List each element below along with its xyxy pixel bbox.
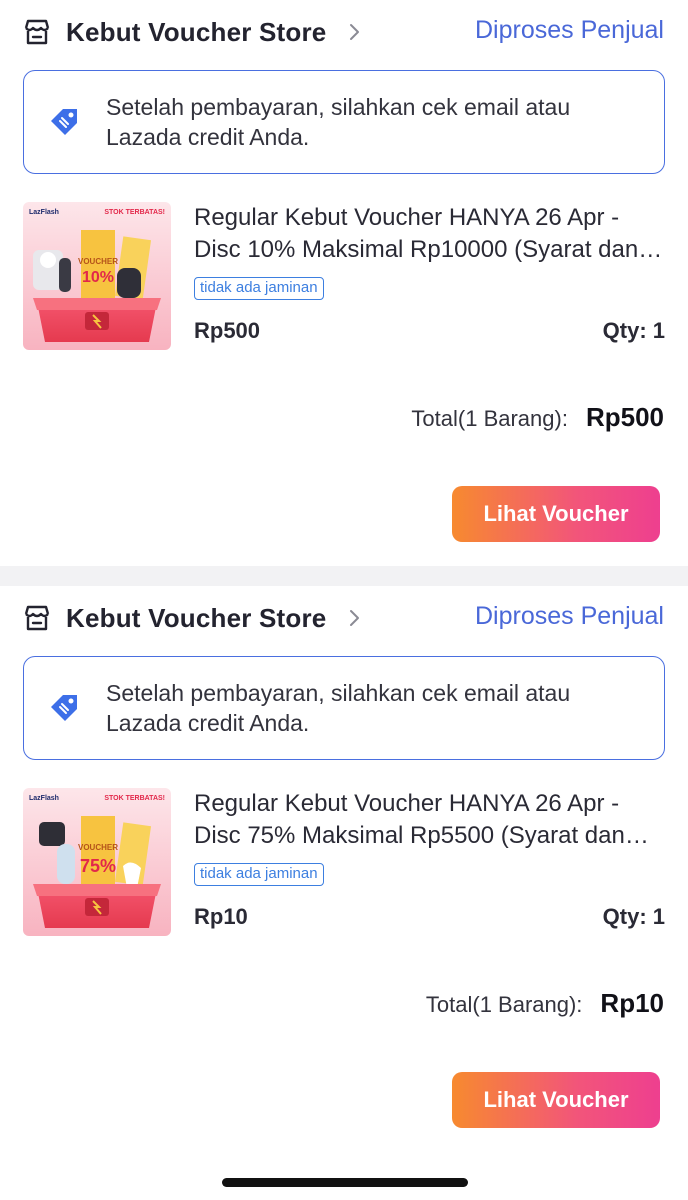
- warranty-badge: tidak ada jaminan: [194, 863, 324, 886]
- product-name[interactable]: Regular Kebut Voucher HANYA 26 Apr - Dis…: [194, 202, 665, 266]
- thumb-brand: LazFlash: [29, 209, 59, 216]
- order-total: Total(1 Barang): Rp500: [411, 402, 664, 433]
- thumb-voucher-value: 10%: [82, 269, 114, 286]
- payment-notice: Setelah pembayaran, silahkan cek email a…: [23, 70, 665, 174]
- product-item[interactable]: LazFlash STOK TERBATAS! VOUCHER 10% Regu…: [23, 202, 665, 352]
- warranty-badge: tidak ada jaminan: [194, 277, 324, 300]
- chevron-right-icon[interactable]: [346, 610, 362, 626]
- order-card: Kebut Voucher Store Diproses Penjual Set…: [0, 0, 688, 566]
- store-header[interactable]: Kebut Voucher Store Diproses Penjual: [22, 598, 664, 638]
- notice-text: Setelah pembayaran, silahkan cek email a…: [106, 680, 571, 736]
- product-price: Rp10: [194, 904, 248, 929]
- store-name[interactable]: Kebut Voucher Store: [66, 17, 326, 48]
- product-quantity: Qty: 1: [602, 904, 665, 929]
- product-name[interactable]: Regular Kebut Voucher HANYA 26 Apr - Dis…: [194, 788, 665, 852]
- thumb-voucher-word: VOUCHER: [78, 257, 118, 266]
- product-item[interactable]: LazFlash STOK TERBATAS! VOUCHER 75% Regu…: [23, 788, 665, 938]
- product-quantity: Qty: 1: [602, 318, 665, 343]
- total-value: Rp10: [600, 988, 664, 1018]
- section-divider: [0, 566, 688, 586]
- total-label: Total(1 Barang):: [425, 992, 583, 1017]
- store-header[interactable]: Kebut Voucher Store Diproses Penjual: [22, 12, 664, 52]
- thumb-banner: STOK TERBATAS!: [104, 795, 165, 802]
- order-card: Kebut Voucher Store Diproses Penjual Set…: [0, 586, 688, 1164]
- notice-text: Setelah pembayaran, silahkan cek email a…: [106, 94, 571, 150]
- store-icon: [22, 17, 52, 47]
- order-status: Diproses Penjual: [475, 16, 664, 44]
- payment-notice: Setelah pembayaran, silahkan cek email a…: [23, 656, 665, 760]
- product-price: Rp500: [194, 318, 261, 343]
- voucher-tag-icon: [46, 690, 82, 726]
- product-thumbnail[interactable]: LazFlash STOK TERBATAS! VOUCHER 75%: [23, 788, 171, 936]
- voucher-tag-icon: [46, 104, 82, 140]
- thumb-voucher-value: 75%: [80, 856, 116, 876]
- chevron-right-icon[interactable]: [346, 24, 362, 40]
- order-status: Diproses Penjual: [475, 602, 664, 630]
- total-label: Total(1 Barang):: [411, 406, 568, 431]
- view-voucher-button[interactable]: Lihat Voucher: [452, 1072, 660, 1128]
- thumb-brand: LazFlash: [29, 795, 59, 802]
- thumb-voucher-word: VOUCHER: [78, 843, 118, 852]
- store-name[interactable]: Kebut Voucher Store: [66, 603, 326, 634]
- product-thumbnail[interactable]: LazFlash STOK TERBATAS! VOUCHER 10%: [23, 202, 171, 350]
- order-total: Total(1 Barang): Rp10: [426, 988, 664, 1019]
- view-voucher-button[interactable]: Lihat Voucher: [452, 486, 660, 542]
- home-indicator[interactable]: [222, 1178, 468, 1187]
- store-icon: [22, 603, 52, 633]
- thumb-banner: STOK TERBATAS!: [104, 209, 165, 216]
- total-value: Rp500: [585, 402, 664, 432]
